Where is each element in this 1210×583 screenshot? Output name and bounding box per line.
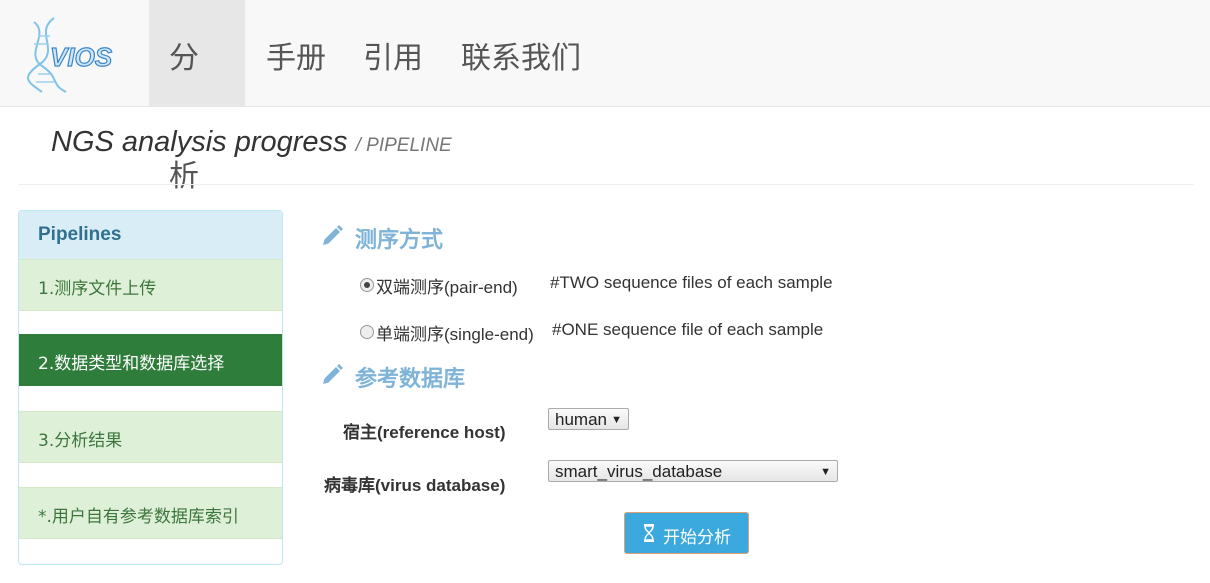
radio-single-end[interactable]	[360, 325, 374, 339]
pencil-icon	[323, 364, 343, 384]
sidebar-item-custom-index[interactable]: *.用户自有参考数据库索引	[19, 487, 282, 539]
page-header: NGS analysis progress / PIPELINE	[18, 106, 1194, 185]
pencil-icon	[323, 225, 343, 245]
start-analysis-button[interactable]: 开始分析	[624, 512, 749, 554]
radio-pair-end-row[interactable]: 双端测序(pair-end) #TWO sequence files of ea…	[360, 273, 833, 298]
nav-analysis[interactable]: 分析	[149, 0, 245, 194]
host-select-value: human	[555, 410, 607, 429]
sidebar-item-upload[interactable]: 1.测序文件上传	[19, 259, 282, 311]
dropdown-arrow-icon: ▼	[820, 466, 831, 478]
sidebar-heading: Pipelines	[19, 211, 282, 260]
nav-manual[interactable]: 手册	[246, 0, 346, 106]
radio-single-end-row[interactable]: 单端测序(single-end) #ONE sequence file of e…	[360, 320, 823, 345]
page-title: NGS analysis progress / PIPELINE	[51, 126, 452, 159]
pipelines-sidebar: Pipelines 1.测序文件上传 2.数据类型和数据库选择 3.分析结果 *…	[18, 210, 283, 565]
sequencing-section-label: 测序方式	[355, 228, 444, 253]
hourglass-icon	[644, 524, 654, 542]
host-label: 宿主(reference host)	[343, 423, 506, 442]
sidebar-heading-label: Pipelines	[38, 224, 122, 245]
nav-citation[interactable]: 引用	[343, 0, 443, 106]
sidebar-item-results[interactable]: 3.分析结果	[19, 411, 282, 463]
radio-pair-end-label[interactable]: 双端测序(pair-end)	[376, 278, 518, 297]
radio-pair-end-desc: #TWO sequence files of each sample	[550, 273, 833, 292]
navbar: VIOS 分析 手册 引用 联系我们	[0, 0, 1210, 194]
nav-contact[interactable]: 联系我们	[441, 0, 601, 106]
radio-single-end-desc: #ONE sequence file of each sample	[552, 320, 824, 339]
sidebar-item-label: 3.分析结果	[38, 431, 123, 451]
vios-logo[interactable]: VIOS	[20, 14, 130, 94]
start-analysis-label: 开始分析	[663, 528, 731, 548]
sidebar-item-data-type[interactable]: 2.数据类型和数据库选择	[19, 334, 282, 386]
page-title-text: NGS analysis progress	[51, 126, 348, 158]
virus-db-select[interactable]: smart_virus_database ▼	[548, 460, 838, 482]
virus-db-select-value: smart_virus_database	[555, 462, 723, 481]
radio-single-end-label[interactable]: 单端测序(single-end)	[376, 325, 534, 344]
logo-text: VIOS	[50, 42, 113, 72]
sidebar-item-label: 1.测序文件上传	[38, 279, 157, 299]
virus-db-label: 病毒库(virus database)	[324, 476, 506, 495]
host-select[interactable]: human ▼	[548, 408, 629, 430]
sidebar-item-label: 2.数据类型和数据库选择	[38, 354, 225, 374]
sidebar-item-label: *.用户自有参考数据库索引	[38, 507, 239, 527]
page-subtitle: / PIPELINE	[355, 135, 452, 156]
dropdown-arrow-icon: ▼	[611, 414, 622, 426]
radio-pair-end[interactable]	[360, 278, 374, 292]
reference-section-label: 参考数据库	[355, 367, 466, 392]
